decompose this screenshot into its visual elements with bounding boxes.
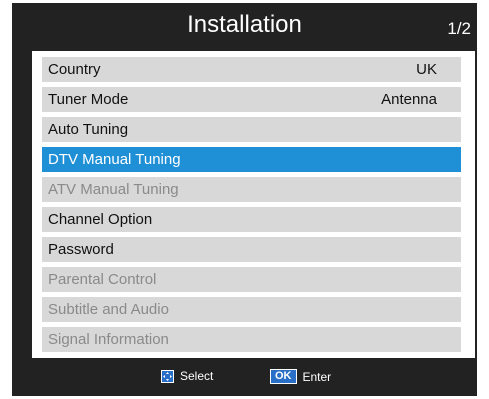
page-title: Installation [187,11,302,38]
enter-hint: OK Enter [270,369,331,384]
menu-item-label: Subtitle and Audio [48,301,169,318]
menu-item-subtitle-and-audio: Subtitle and Audio [42,297,461,322]
menu-item-channel-option[interactable]: Channel Option [42,207,461,232]
menu-item-tuner-mode[interactable]: Tuner Mode Antenna [42,87,461,112]
page-indicator: 1/2 [447,19,471,38]
menu-item-country[interactable]: Country UK [42,57,461,82]
menu-item-label: DTV Manual Tuning [48,151,181,168]
select-hint-label: Select [180,369,214,383]
menu-item-label: Parental Control [48,271,157,288]
menu-item-label: Channel Option [48,211,153,228]
menu-item-label: Signal Information [48,331,169,348]
menu-item-label: Password [48,241,114,258]
menu-item-parental-control: Parental Control [42,267,461,292]
menu-item-dtv-manual-tuning[interactable]: DTV Manual Tuning [42,147,461,172]
menu-item-auto-tuning[interactable]: Auto Tuning [42,117,461,142]
enter-hint-label: Enter [302,369,332,384]
menu-list: Country UK Tuner Mode Antenna Auto Tunin… [42,57,461,357]
installation-menu-window: Installation 1/2 Country UK Tuner Mode A… [12,3,477,396]
menu-item-value: UK [416,61,437,78]
menu-item-signal-information: Signal Information [42,327,461,352]
menu-item-label: Tuner Mode [48,91,129,108]
menu-item-label: ATV Manual Tuning [48,181,179,198]
menu-item-label: Auto Tuning [48,121,129,138]
menu-panel: Country UK Tuner Mode Antenna Auto Tunin… [32,51,475,358]
menu-item-value: Antenna [381,91,437,108]
menu-item-atv-manual-tuning: ATV Manual Tuning [42,177,461,202]
menu-header: Installation 1/2 [12,3,477,47]
dpad-icon [161,369,174,383]
ok-button-icon: OK [270,369,297,384]
button-hints-bar: Select OK Enter [12,365,477,389]
menu-item-password[interactable]: Password [42,237,461,262]
select-hint: Select [161,369,213,383]
menu-item-label: Country [48,61,101,78]
